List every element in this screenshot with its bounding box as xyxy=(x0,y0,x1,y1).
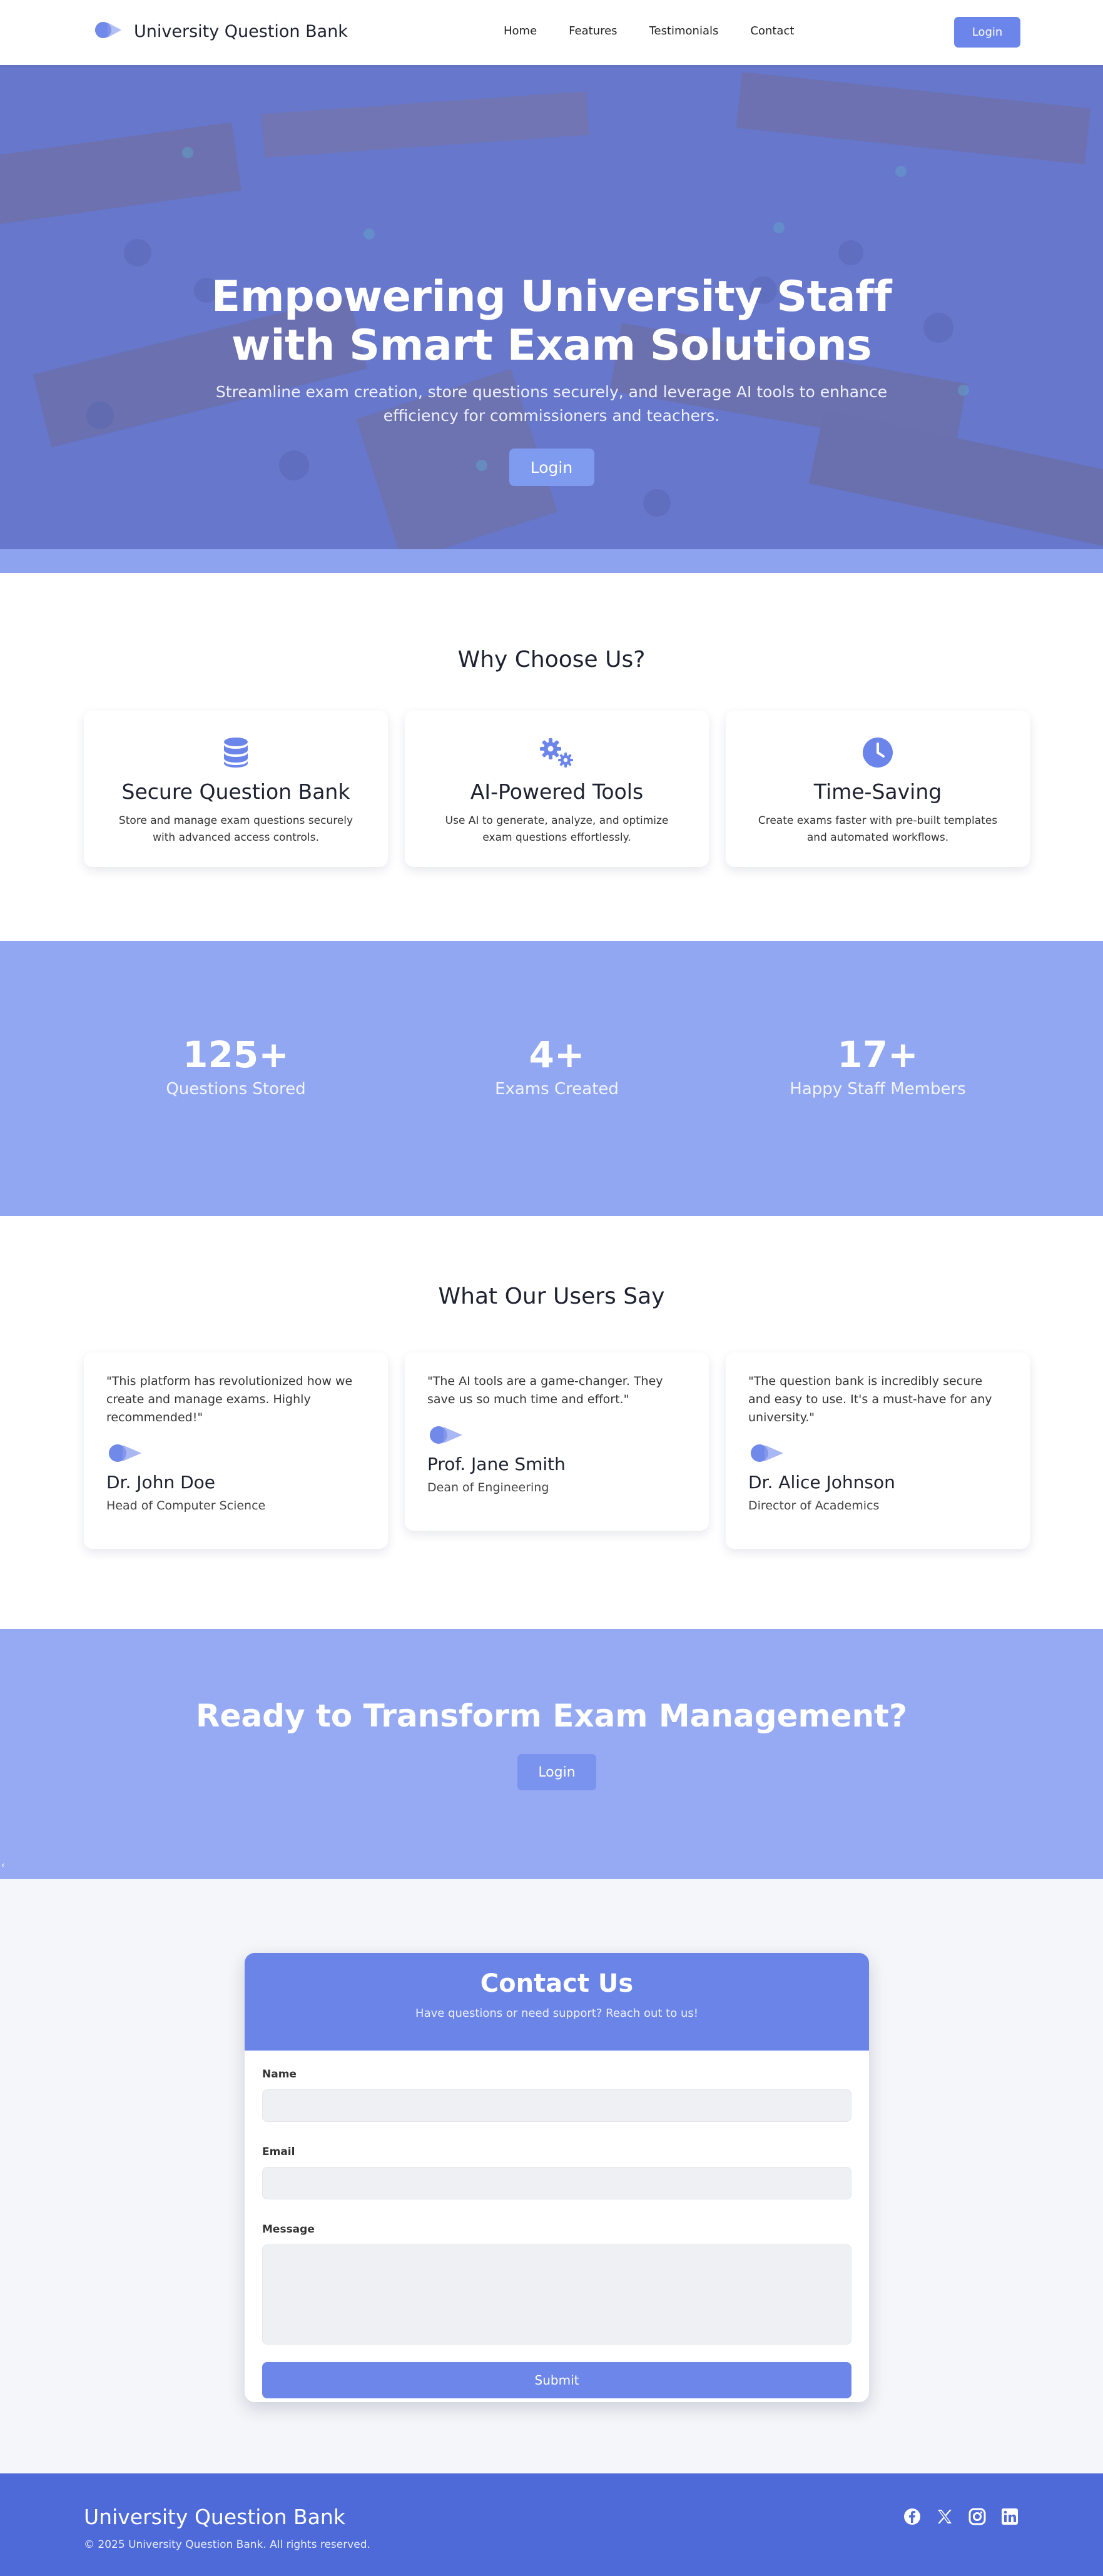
feature-card: Time-Saving Create exams faster with pre… xyxy=(726,711,1030,867)
testimonial-name: Prof. Jane Smith xyxy=(427,1454,566,1474)
hero-title-line-1: Empowering University Staff xyxy=(211,272,892,322)
stat-staff: 17+ Happy Staff Members xyxy=(728,1033,1028,1098)
stat-label: Happy Staff Members xyxy=(790,1080,966,1098)
email-field[interactable] xyxy=(262,2167,851,2199)
testimonial-name: Dr. John Doe xyxy=(106,1472,216,1493)
facebook-icon[interactable] xyxy=(903,2507,922,2526)
feature-card: AI-Powered Tools Use AI to generate, ana… xyxy=(405,711,709,867)
avatar xyxy=(748,1441,1007,1466)
logo-icon xyxy=(93,19,124,44)
hero-section: Empowering University Staff with Smart E… xyxy=(0,65,1103,549)
footer-copyright: © 2025 University Question Bank. All rig… xyxy=(84,2538,370,2551)
database-icon xyxy=(84,736,388,769)
hero-subtitle: Streamline exam creation, store question… xyxy=(0,380,1103,428)
testimonial-card: "The question bank is incredibly secure … xyxy=(726,1352,1030,1549)
stat-questions: 125+ Questions Stored xyxy=(86,1033,386,1098)
submit-button[interactable]: Submit xyxy=(262,2362,851,2398)
linkedin-icon[interactable] xyxy=(1000,2507,1019,2526)
stat-value: 125+ xyxy=(183,1033,289,1076)
testimonial-name: Dr. Alice Johnson xyxy=(748,1472,895,1493)
contact-form: Name Email Message Submit xyxy=(245,2051,869,2398)
contact-title: Contact Us xyxy=(480,1969,634,1998)
cta-login-button[interactable]: Login xyxy=(517,1754,596,1790)
nav-login-button[interactable]: Login xyxy=(954,17,1020,48)
contact-section: Contact Us Have questions or need suppor… xyxy=(0,1879,1103,2473)
features-section: Why Choose Us? Secure Question Bank Stor… xyxy=(0,573,1103,941)
message-label: Message xyxy=(262,2223,315,2236)
brand-name: University Question Bank xyxy=(134,21,348,41)
testimonials-section: What Our Users Say "This platform has re… xyxy=(0,1216,1103,1629)
contact-card: Contact Us Have questions or need suppor… xyxy=(245,1953,869,2402)
testimonial-quote: "This platform has revolutionized how we… xyxy=(106,1374,353,1424)
features-title: Why Choose Us? xyxy=(457,647,646,672)
testimonial-role: Head of Computer Science xyxy=(106,1499,266,1513)
stat-value: 4+ xyxy=(529,1033,585,1076)
hero-title: Empowering University Staff with Smart E… xyxy=(0,273,1103,370)
navbar: University Question Bank Home Features T… xyxy=(0,0,1103,65)
testimonial-quote: "The question bank is incredibly secure … xyxy=(748,1374,992,1424)
feature-description: Create exams faster with pre-built templ… xyxy=(758,814,998,844)
x-icon[interactable] xyxy=(935,2507,954,2526)
message-textarea[interactable] xyxy=(262,2244,851,2345)
cta-section: Ready to Transform Exam Management? Logi… xyxy=(0,1629,1103,1879)
testimonial-role: Dean of Engineering xyxy=(427,1481,549,1494)
hero-subtitle-line-1: Streamline exam creation, store question… xyxy=(215,383,888,401)
contact-subtitle: Have questions or need support? Reach ou… xyxy=(415,2007,698,2020)
gears-icon xyxy=(405,736,709,769)
hero-content: Empowering University Staff with Smart E… xyxy=(0,273,1103,486)
nav-features-link[interactable]: Features xyxy=(569,24,617,38)
testimonial-cards: "This platform has revolutionized how we… xyxy=(84,1352,1030,1549)
feature-title: AI-Powered Tools xyxy=(470,779,644,804)
testimonial-card: "This platform has revolutionized how we… xyxy=(84,1352,388,1549)
hero-subtitle-line-2: efficiency for commissioners and teacher… xyxy=(383,407,720,425)
brand[interactable]: University Question Bank xyxy=(93,19,348,44)
carousel-prev-arrow[interactable]: ‹ xyxy=(1,1860,5,1870)
instagram-icon[interactable] xyxy=(968,2507,987,2526)
stat-exams: 4+ Exams Created xyxy=(407,1033,707,1098)
testimonials-title: What Our Users Say xyxy=(438,1284,665,1309)
testimonial-role: Director of Academics xyxy=(748,1499,880,1513)
feature-description: Use AI to generate, analyze, and optimiz… xyxy=(445,814,669,844)
feature-title: Secure Question Bank xyxy=(121,779,350,804)
nav-testimonials-link[interactable]: Testimonials xyxy=(649,24,719,38)
hero-login-button[interactable]: Login xyxy=(509,449,594,486)
nav-contact-link[interactable]: Contact xyxy=(750,24,794,38)
cta-title: Ready to Transform Exam Management? xyxy=(196,1698,907,1734)
nav-home-link[interactable]: Home xyxy=(504,24,537,38)
stats-section: 125+ Questions Stored 4+ Exams Created 1… xyxy=(0,941,1103,1216)
name-field[interactable] xyxy=(262,2089,851,2122)
hero-title-line-2: with Smart Exam Solutions xyxy=(231,321,872,370)
avatar xyxy=(427,1422,686,1448)
footer-brand: University Question Bank xyxy=(84,2505,345,2529)
hero-bottom-strip xyxy=(0,549,1103,573)
stat-value: 17+ xyxy=(837,1033,918,1076)
feature-title: Time-Saving xyxy=(813,779,942,804)
social-links xyxy=(903,2507,1019,2526)
contact-header: Contact Us Have questions or need suppor… xyxy=(245,1953,869,2051)
name-label: Name xyxy=(262,2068,297,2081)
footer: University Question Bank © 2025 Universi… xyxy=(0,2473,1103,2576)
email-label: Email xyxy=(262,2146,295,2158)
nav-links: Home Features Testimonials Contact xyxy=(504,24,794,38)
clock-icon xyxy=(726,736,1030,769)
avatar xyxy=(106,1441,365,1466)
stat-label: Exams Created xyxy=(495,1080,619,1098)
testimonial-quote: "The AI tools are a game-changer. They s… xyxy=(427,1374,663,1406)
feature-description: Store and manage exam questions securely… xyxy=(118,814,353,844)
feature-card: Secure Question Bank Store and manage ex… xyxy=(84,711,388,867)
feature-cards: Secure Question Bank Store and manage ex… xyxy=(84,711,1030,867)
testimonial-card: "The AI tools are a game-changer. They s… xyxy=(405,1352,709,1531)
stat-label: Questions Stored xyxy=(166,1080,306,1098)
